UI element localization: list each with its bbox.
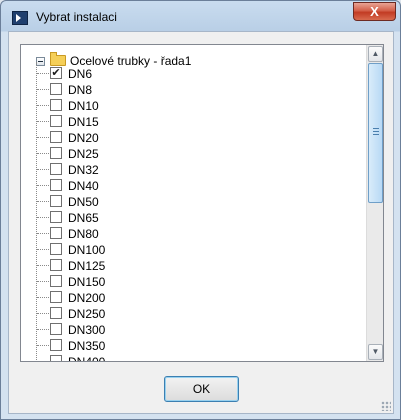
tree-connector-line [37,105,49,106]
tree-item[interactable]: DN200 [21,289,371,305]
tree-connector-line [37,121,49,122]
item-checkbox[interactable]: ✔ [50,67,62,79]
tree-items: ✔ DN6 DN8 DN10 DN15 DN20 DN25 DN32 DN40 DN50 DN65 D… [21,65,371,362]
tree-item-label: DN40 [68,179,99,193]
tree-connector-line [37,169,49,170]
tree-connector-line [37,281,49,282]
tree-item-label: DN25 [68,147,99,161]
tree-item[interactable]: DN32 [21,161,371,177]
dialog-client-area: Ocelové trubky - řada1 ✔ DN6 DN8 DN10 DN15 DN… [8,31,394,414]
tree-item[interactable]: DN125 [21,257,371,273]
tree-connector-line [37,249,49,250]
tree-item[interactable]: DN150 [21,273,371,289]
tree-item-label: DN32 [68,163,99,177]
item-checkbox[interactable] [50,259,62,271]
item-checkbox[interactable] [50,163,62,175]
tree-item[interactable]: DN400 [21,353,371,362]
tree-item-label: DN400 [68,355,106,362]
app-icon [12,11,28,25]
tree-item[interactable]: DN10 [21,97,371,113]
item-checkbox[interactable] [50,291,62,303]
tree-item-label: DN100 [68,243,106,257]
tree-connector-line [37,233,49,234]
scroll-up-arrow-icon[interactable]: ▲ [368,46,383,62]
tree-item-label: DN250 [68,307,106,321]
tree-item-label: DN10 [68,99,99,113]
window-title: Vybrat instalaci [36,10,117,24]
item-checkbox[interactable] [50,323,62,335]
tree-connector-line [37,345,49,346]
tree-item[interactable]: DN25 [21,145,371,161]
item-checkbox[interactable] [50,99,62,111]
tree-item[interactable]: DN350 [21,337,371,353]
tree-connector-line [37,153,49,154]
tree-connector-line [37,185,49,186]
tree-item-label: DN20 [68,131,99,145]
item-checkbox[interactable] [50,243,62,255]
tree-item[interactable]: DN100 [21,241,371,257]
tree-item[interactable]: DN300 [21,321,371,337]
item-checkbox[interactable] [50,339,62,351]
tree-connector-line [37,297,49,298]
tree-item-label: DN15 [68,115,99,129]
tree-item[interactable]: DN20 [21,129,371,145]
tree-item[interactable]: DN50 [21,193,371,209]
close-button[interactable]: X [353,2,396,21]
tree-item[interactable]: ✔ DN6 [21,65,371,81]
title-bar[interactable]: Vybrat instalaci X [1,1,400,31]
tree-item-label: DN200 [68,291,106,305]
scrollbar-thumb[interactable] [368,63,383,203]
tree-item-label: DN8 [68,83,93,97]
item-checkbox[interactable] [50,275,62,287]
tree-connector-line [37,361,49,362]
tree-item[interactable]: DN250 [21,305,371,321]
tree-item-label: DN50 [68,195,99,209]
item-checkbox[interactable] [50,115,62,127]
item-checkbox[interactable] [50,195,62,207]
tree-connector-line [37,329,49,330]
tree-item-label: DN300 [68,323,106,337]
tree-item-label: DN350 [68,339,106,353]
item-checkbox[interactable] [50,307,62,319]
tree-item[interactable]: DN65 [21,209,371,225]
tree-root-node[interactable]: Ocelové trubky - řada1 [25,49,365,68]
tree-connector-line [37,265,49,266]
tree-connector-line [37,313,49,314]
tree-item[interactable]: DN15 [21,113,371,129]
thumb-grip-icon [373,128,379,136]
tree-connector-line [37,217,49,218]
item-checkbox[interactable] [50,131,62,143]
item-checkbox[interactable] [50,355,62,361]
tree-item-label: DN150 [68,275,106,289]
installation-tree[interactable]: Ocelové trubky - řada1 ✔ DN6 DN8 DN10 DN15 DN… [20,44,384,362]
tree-connector-line [37,201,49,202]
item-checkbox[interactable] [50,83,62,95]
item-checkbox[interactable] [50,147,62,159]
item-checkbox[interactable] [50,179,62,191]
item-checkbox[interactable] [50,227,62,239]
tree-connector-line [37,137,49,138]
tree-connector-line [37,89,49,90]
ok-button[interactable]: OK [164,376,239,402]
dialog-window: Vybrat instalaci X Ocelové trubky - řada… [0,0,401,420]
tree-item[interactable]: DN8 [21,81,371,97]
tree-item[interactable]: DN40 [21,177,371,193]
scroll-down-arrow-icon[interactable]: ▼ [368,344,383,360]
tree-item-label: DN80 [68,227,99,241]
resize-grip-icon[interactable] [381,401,391,411]
tree-item-label: DN125 [68,259,106,273]
item-checkbox[interactable] [50,211,62,223]
vertical-scrollbar[interactable]: ▲ ▼ [366,45,383,361]
tree-item-label: DN6 [68,67,93,81]
tree-connector-line [37,73,49,74]
tree-item-label: DN65 [68,211,99,225]
tree-item[interactable]: DN80 [21,225,371,241]
